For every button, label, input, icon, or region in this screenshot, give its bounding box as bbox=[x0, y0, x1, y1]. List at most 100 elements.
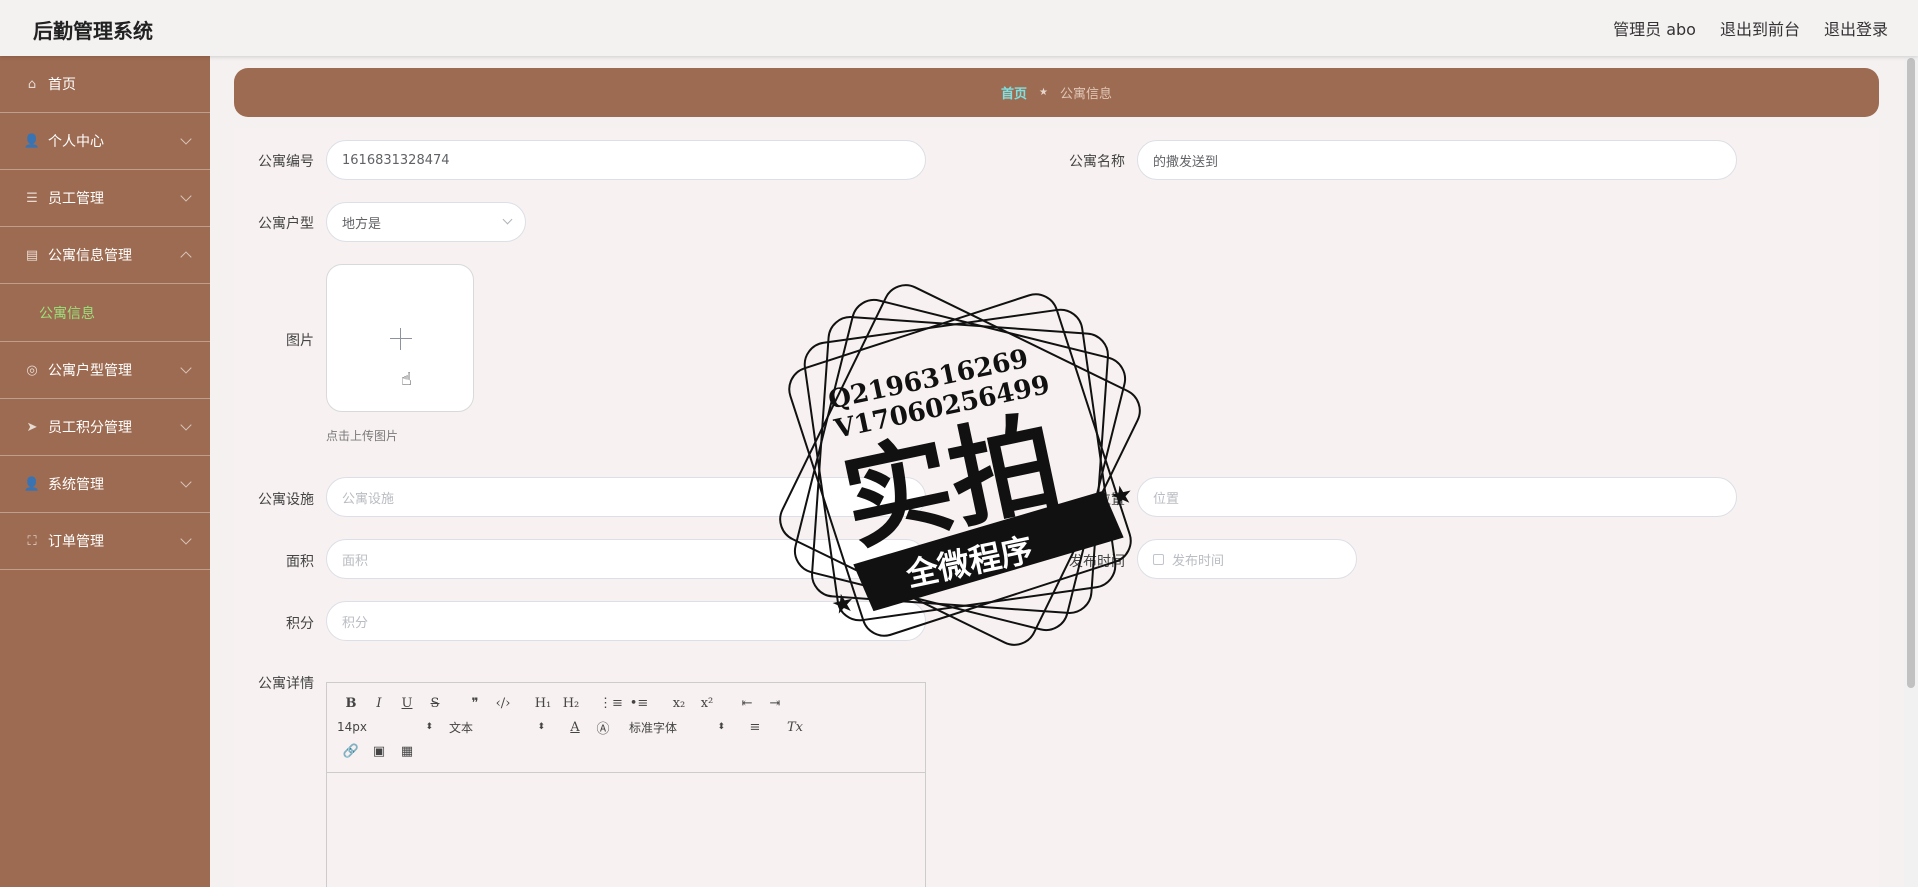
sidebar-item-profile[interactable]: 👤 个人中心 bbox=[0, 113, 210, 170]
sidebar: ⌂ 首页 👤 个人中心 ☰ 员工管理 ▤ 公寓信息管理 公寓信息 ◎ 公寓户型管… bbox=[0, 56, 210, 887]
sidebar-item-system[interactable]: 👤 系统管理 bbox=[0, 456, 210, 513]
italic-icon[interactable]: I bbox=[365, 696, 393, 711]
block-type-select[interactable]: 文本 ⬍ bbox=[449, 719, 549, 736]
superscript-icon[interactable]: x² bbox=[693, 696, 721, 711]
sidebar-item-home[interactable]: ⌂ 首页 bbox=[0, 56, 210, 113]
font-family-value: 标准字体 bbox=[629, 720, 678, 735]
rich-text-editor: B I U S ❞ ‹/› H₁ H₂ ⋮≡ •≡ x₂ x² ⇤ ⇥ 14px… bbox=[326, 682, 926, 887]
user-icon: 👤 bbox=[23, 133, 41, 149]
outdent-icon[interactable]: ⇤ bbox=[733, 696, 761, 711]
block-type-value: 文本 bbox=[449, 720, 474, 735]
details-label: 公寓详情 bbox=[258, 676, 314, 692]
heading1-icon[interactable]: H₁ bbox=[529, 696, 557, 711]
sidebar-item-label: 系统管理 bbox=[48, 477, 104, 493]
indent-icon[interactable]: ⇥ bbox=[761, 696, 789, 711]
logout-link[interactable]: 退出登录 bbox=[1824, 16, 1888, 40]
plus-icon bbox=[390, 338, 412, 339]
list-icon: ☰ bbox=[26, 190, 38, 206]
sidebar-item-apartment-type[interactable]: ◎ 公寓户型管理 bbox=[0, 342, 210, 399]
heading2-icon[interactable]: H₂ bbox=[557, 696, 585, 711]
hand-cursor-icon: ☝ bbox=[401, 369, 412, 390]
header-actions: 管理员 abo 退出到前台 退出登录 bbox=[1613, 16, 1888, 40]
admin-user-label: 管理员 abo bbox=[1613, 20, 1696, 39]
sidebar-item-staff-points[interactable]: ➤ 员工积分管理 bbox=[0, 399, 210, 456]
blockquote-icon[interactable]: ❞ bbox=[461, 696, 489, 711]
publish-time-label: 发布时间 bbox=[1069, 554, 1125, 570]
align-icon[interactable]: ≡ bbox=[741, 720, 769, 735]
font-family-select[interactable]: 标准字体 ⬍ bbox=[629, 719, 729, 736]
chevron-down-icon bbox=[180, 362, 192, 374]
link-icon[interactable]: 🔗 bbox=[337, 744, 365, 759]
font-size-value: 14px bbox=[337, 720, 367, 734]
image-label: 图片 bbox=[286, 333, 314, 349]
apartment-type-select[interactable]: 地方是 bbox=[326, 202, 526, 242]
underline-icon[interactable]: U bbox=[393, 696, 421, 711]
code-icon[interactable]: ‹/› bbox=[489, 696, 517, 711]
chevron-down-icon bbox=[180, 476, 192, 488]
area-input[interactable]: 面积 bbox=[326, 539, 926, 579]
apartment-type-label: 公寓户型 bbox=[258, 216, 314, 232]
breadcrumb-current: 公寓信息 bbox=[1059, 87, 1112, 102]
location-label: 位置 bbox=[1097, 492, 1125, 508]
sidebar-subitem-apartment-info[interactable]: 公寓信息 bbox=[0, 284, 210, 342]
frame-icon: ⛶ bbox=[27, 533, 37, 549]
apartment-type-value: 地方是 bbox=[342, 216, 382, 232]
sidebar-item-apartment-info[interactable]: ▤ 公寓信息管理 bbox=[0, 227, 210, 284]
publish-time-picker[interactable]: 发布时间 bbox=[1137, 539, 1357, 579]
sidebar-item-label: 个人中心 bbox=[48, 134, 104, 150]
editor-toolbar: B I U S ❞ ‹/› H₁ H₂ ⋮≡ •≡ x₂ x² ⇤ ⇥ 14px… bbox=[327, 683, 925, 773]
location-input[interactable]: 位置 bbox=[1137, 477, 1737, 517]
user-icon: 👤 bbox=[23, 476, 41, 492]
editor-content-area[interactable] bbox=[327, 773, 925, 887]
chevron-down-icon bbox=[180, 533, 192, 545]
apartment-name-input[interactable]: 的撒发送到 bbox=[1137, 140, 1737, 180]
upload-tip: 点击上传图片 bbox=[326, 429, 399, 443]
sidebar-item-orders[interactable]: ⛶ 订单管理 bbox=[0, 513, 210, 570]
calendar-icon bbox=[1153, 553, 1164, 565]
image-upload[interactable]: ☝ bbox=[326, 264, 474, 412]
scrollbar[interactable] bbox=[1904, 56, 1918, 887]
apartment-no-input[interactable]: 1616831328474 bbox=[326, 140, 926, 180]
strikethrough-icon[interactable]: S bbox=[421, 696, 449, 711]
background-color-icon[interactable]: Ⓐ bbox=[589, 718, 617, 737]
exit-to-front-link[interactable]: 退出到前台 bbox=[1720, 16, 1800, 40]
video-icon[interactable]: ▦ bbox=[393, 744, 421, 759]
bold-icon[interactable]: B bbox=[337, 696, 365, 711]
sidebar-item-label: 员工管理 bbox=[48, 191, 104, 207]
points-input[interactable]: 积分 bbox=[326, 601, 926, 641]
sidebar-item-staff[interactable]: ☰ 员工管理 bbox=[0, 170, 210, 227]
font-size-select[interactable]: 14px ⬍ bbox=[337, 720, 437, 734]
facilities-label: 公寓设施 bbox=[258, 492, 314, 508]
chevron-up-icon bbox=[180, 251, 192, 263]
sidebar-item-label: 员工积分管理 bbox=[48, 420, 132, 436]
updown-icon: ⬍ bbox=[537, 722, 545, 732]
area-label: 面积 bbox=[286, 554, 314, 570]
bullet-list-icon[interactable]: •≡ bbox=[625, 696, 653, 711]
breadcrumb-home[interactable]: 首页 bbox=[1001, 83, 1027, 102]
apartment-no-label: 公寓编号 bbox=[258, 154, 314, 170]
chevron-down-icon bbox=[502, 214, 513, 225]
sidebar-item-label: 公寓户型管理 bbox=[48, 363, 132, 379]
sidebar-item-label: 首页 bbox=[48, 77, 76, 93]
chevron-down-icon bbox=[180, 190, 192, 202]
breadcrumb: 首页 ★ 公寓信息 bbox=[234, 68, 1879, 117]
compass-icon: ◎ bbox=[26, 362, 38, 378]
font-color-icon[interactable]: A bbox=[561, 720, 589, 735]
image-icon[interactable]: ▣ bbox=[365, 744, 393, 759]
star-icon: ★ bbox=[1039, 87, 1048, 98]
chevron-down-icon bbox=[180, 419, 192, 431]
app-title: 后勤管理系统 bbox=[33, 19, 153, 43]
chevron-down-icon bbox=[180, 133, 192, 145]
clear-format-icon[interactable]: Tx bbox=[781, 720, 809, 735]
publish-time-placeholder: 发布时间 bbox=[1172, 553, 1225, 569]
scrollbar-thumb[interactable] bbox=[1907, 58, 1915, 688]
top-header: 后勤管理系统 管理员 abo 退出到前台 退出登录 bbox=[0, 0, 1918, 56]
sidebar-item-label: 订单管理 bbox=[48, 534, 104, 550]
ordered-list-icon[interactable]: ⋮≡ bbox=[597, 696, 625, 711]
sidebar-item-label: 公寓信息管理 bbox=[48, 248, 132, 264]
apartment-name-label: 公寓名称 bbox=[1069, 154, 1125, 170]
send-icon: ➤ bbox=[26, 419, 38, 435]
plus-icon-vertical bbox=[400, 328, 401, 350]
facilities-input[interactable]: 公寓设施 bbox=[326, 477, 926, 517]
subscript-icon[interactable]: x₂ bbox=[665, 696, 693, 711]
